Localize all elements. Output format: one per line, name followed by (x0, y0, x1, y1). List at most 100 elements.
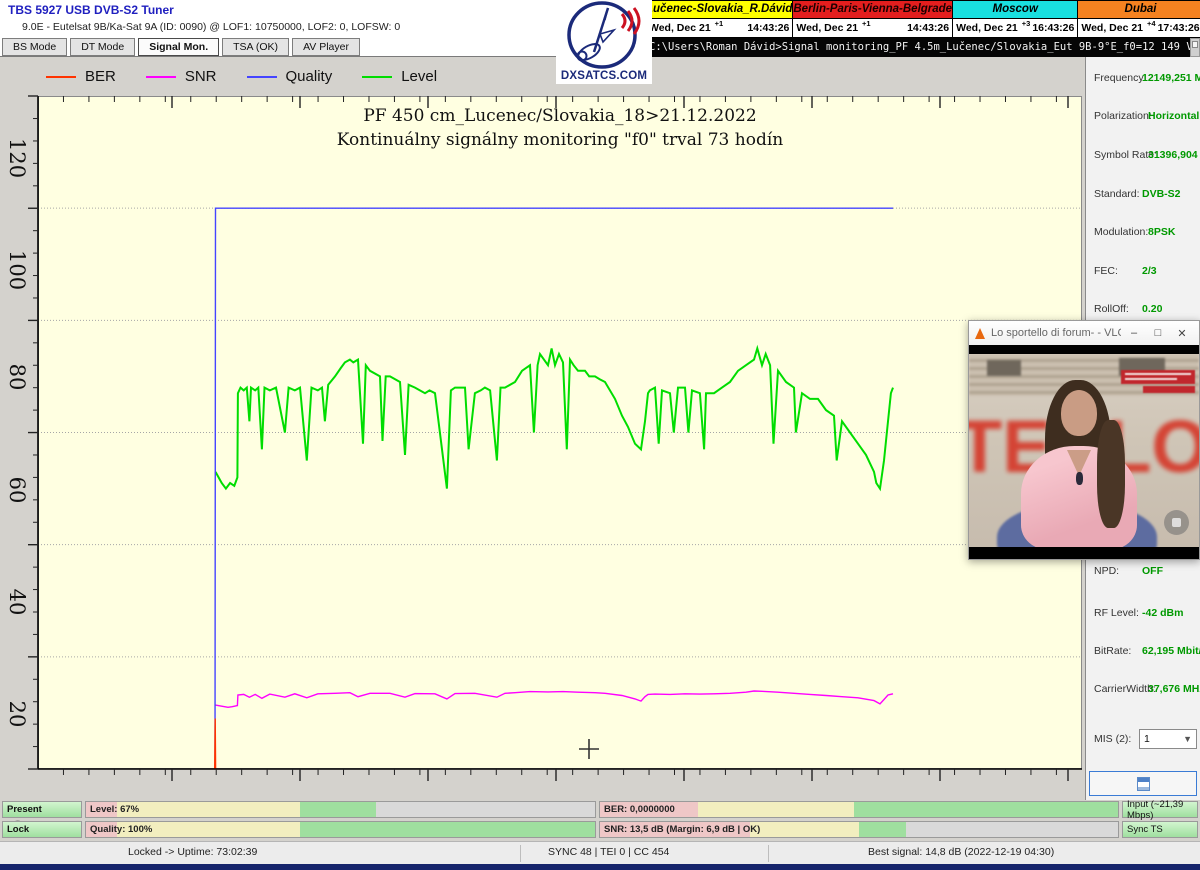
close-button[interactable]: ✕ (1171, 324, 1193, 342)
param-value-fec: 2/3 (1142, 265, 1157, 277)
vlc-video-frame[interactable]: TE LO (969, 345, 1199, 559)
y-tick-label-80: 80 (5, 362, 29, 392)
param-value-frequency: 12149,251 MHz (1142, 72, 1200, 84)
best-signal-status: Best signal: 14,8 dB (2022-12-19 04:30) (868, 846, 1054, 858)
vlc-window[interactable]: Lo sportello di forum- - VLC media playe… (968, 320, 1200, 560)
clock-city-label: Berlin-Paris-Vienna-Belgrade (793, 1, 952, 19)
stream-list-button[interactable] (1089, 771, 1197, 796)
legend-swatch (146, 76, 176, 78)
param-value-standard: DVB-S2 (1142, 188, 1181, 200)
param-label-rolloff: RollOff: (1094, 303, 1129, 315)
clock-city-label: Lučenec-Slovakia_R.Dávid (646, 1, 792, 19)
clock-date: Wed, Dec 21 (649, 22, 711, 34)
clock-time: 16:43:26 (1032, 22, 1074, 34)
clock-berlin-paris-vienna-belgrade: Berlin-Paris-Vienna-Belgrade Wed, Dec 21 +… (793, 1, 953, 37)
vlc-cone-icon (975, 328, 985, 339)
legend-swatch (362, 76, 392, 78)
monitor-row-1: PresentLevel: 67%BER: 0,0000000Input (~2… (2, 801, 1198, 818)
vlc-window-title: Lo sportello di forum- - VLC media playe… (991, 327, 1121, 339)
param-value-rolloff: 0.20 (1142, 303, 1162, 315)
badge-sync-ts: Sync TS (1122, 821, 1198, 838)
clock-dubai: Dubai Wed, Dec 21 +417:43:26 (1078, 1, 1200, 37)
channel-logo (1164, 510, 1189, 535)
signal-chart (38, 96, 1082, 769)
console-command-line: C:\Users\Roman Dávid>Signal monitoring_P… (645, 38, 1190, 57)
chart-legend: BERSNRQualityLevel (46, 68, 467, 85)
clock-date: Wed, Dec 21 (956, 22, 1018, 34)
dxsatcs-logo: DXSATCS.COM (556, 0, 652, 84)
console-scrollbar[interactable] (1190, 38, 1200, 57)
progress-label: Level: 67% (90, 804, 139, 815)
y-tick-label-20: 20 (5, 699, 29, 729)
param-label-npd: NPD: (1094, 565, 1119, 577)
legend-label: Level (401, 68, 437, 85)
param-label-standard: Standard: (1094, 188, 1140, 200)
clock-utc-offset: +4 (1147, 19, 1156, 28)
clock-lu-enec-slovakia-r-d-vid: Lučenec-Slovakia_R.Dávid Wed, Dec 21 +1 14:… (646, 1, 793, 37)
clock-city-label: Dubai (1078, 1, 1200, 19)
presenter-face (1061, 390, 1097, 436)
chevron-down-icon: ▼ (1183, 734, 1192, 744)
progress-label: SNR: 13,5 dB (Margin: 6,9 dB | OK) (604, 824, 760, 835)
series-level (216, 348, 894, 488)
sync-status: SYNC 48 | TEI 0 | CC 454 (548, 846, 669, 858)
app-title: TBS 5927 USB DVB-S2 Tuner (8, 3, 174, 17)
tuner-subtitle: 9.0E - Eutelsat 9B/Ka-Sat 9A (ID: 0090) … (22, 21, 400, 33)
broadcast-caption (1121, 370, 1195, 384)
param-label-fec: FEC: (1094, 265, 1118, 277)
progress-bar-level: Level: 67% (85, 801, 596, 818)
badge-lock: Lock (2, 821, 82, 838)
legend-item-ber: BER (46, 68, 116, 85)
chart-title: PF 450 cm_Lucenec/Slovakia_18>21.12.2022… (38, 104, 1082, 152)
clock-date: Wed, Dec 21 (796, 22, 858, 34)
tab-signal-mon-[interactable]: Signal Mon. (138, 38, 219, 56)
clock-city-label: Moscow (953, 1, 1077, 19)
window-header: TBS 5927 USB DVB-S2 Tuner 9.0E - Eutelsa… (0, 0, 645, 57)
monitor-row-2: Lock Quality: 100% SNR: 13,5 dB (Margin: 6… (2, 821, 1198, 838)
legend-item-level: Level (362, 68, 437, 85)
clock-utc-offset: +1 (862, 19, 871, 28)
clock-moscow: MoscowWed, Dec 21+316:43:26 (953, 1, 1078, 37)
tab-av-player[interactable]: AV Player (292, 38, 360, 56)
minimize-button[interactable]: – (1123, 324, 1145, 342)
progress-label: BER: 0,0000000 (604, 804, 675, 815)
tab-dt-mode[interactable]: DT Mode (70, 38, 135, 56)
clock-date: Wed, Dec 21 (1081, 22, 1143, 34)
legend-swatch (46, 76, 76, 78)
maximize-button[interactable]: □ (1147, 324, 1169, 342)
necklace-pendant (1076, 472, 1083, 485)
param-label-bitrate: BitRate: (1094, 645, 1131, 657)
param-value-modulation: 8PSK (1148, 226, 1175, 238)
progress-label: Quality: 100% (90, 824, 152, 835)
clock-time: 17:43:26 (1158, 22, 1200, 34)
mis-dropdown[interactable]: 1 ▼ (1139, 729, 1197, 749)
y-tick-label-100: 100 (5, 250, 29, 280)
clock-utc-offset: +1 (715, 19, 724, 28)
param-value-symbolrate: 31396,904 KS/s (1148, 149, 1200, 161)
badge-present: Present (2, 801, 82, 818)
satellite-dish-icon (556, 0, 652, 70)
param-label-frequency: Frequency: (1094, 72, 1147, 84)
vlc-titlebar[interactable]: Lo sportello di forum- - VLC media playe… (969, 321, 1199, 345)
progress-bar-quality: Quality: 100% (85, 821, 596, 838)
param-value-bitrate: 62,195 Mbit/s (1142, 645, 1200, 657)
param-value-polarization: Horizontal (1148, 110, 1199, 122)
series-snr (216, 691, 894, 707)
legend-item-quality: Quality (247, 68, 333, 85)
mis-selected-value: 1 (1144, 733, 1150, 745)
signal-monitor-screen: TBS 5927 USB DVB-S2 Tuner 9.0E - Eutelsa… (0, 0, 1200, 870)
y-tick-label-120: 120 (5, 138, 29, 168)
tab-bs-mode[interactable]: BS Mode (2, 38, 67, 56)
uptime-status: Locked -> Uptime: 73:02:39 (128, 846, 257, 858)
legend-label: Quality (286, 68, 333, 85)
world-clocks: Lučenec-Slovakia_R.Dávid Wed, Dec 21 +1 14:… (645, 0, 1200, 38)
param-label-rflevel: RF Level: (1094, 607, 1139, 619)
list-icon (1137, 777, 1150, 791)
chart-title-line2: Kontinuálny signálny monitoring "f0" trv… (38, 128, 1082, 152)
clock-time: 14:43:26 (747, 22, 789, 34)
param-label-modulation: Modulation: (1094, 226, 1148, 238)
tab-tsa-ok-[interactable]: TSA (OK) (222, 38, 289, 56)
param-label-polarization: Polarization: (1094, 110, 1152, 122)
progress-bar-snr: SNR: 13,5 dB (Margin: 6,9 dB | OK) (599, 821, 1119, 838)
clock-time: 14:43:26 (907, 22, 949, 34)
